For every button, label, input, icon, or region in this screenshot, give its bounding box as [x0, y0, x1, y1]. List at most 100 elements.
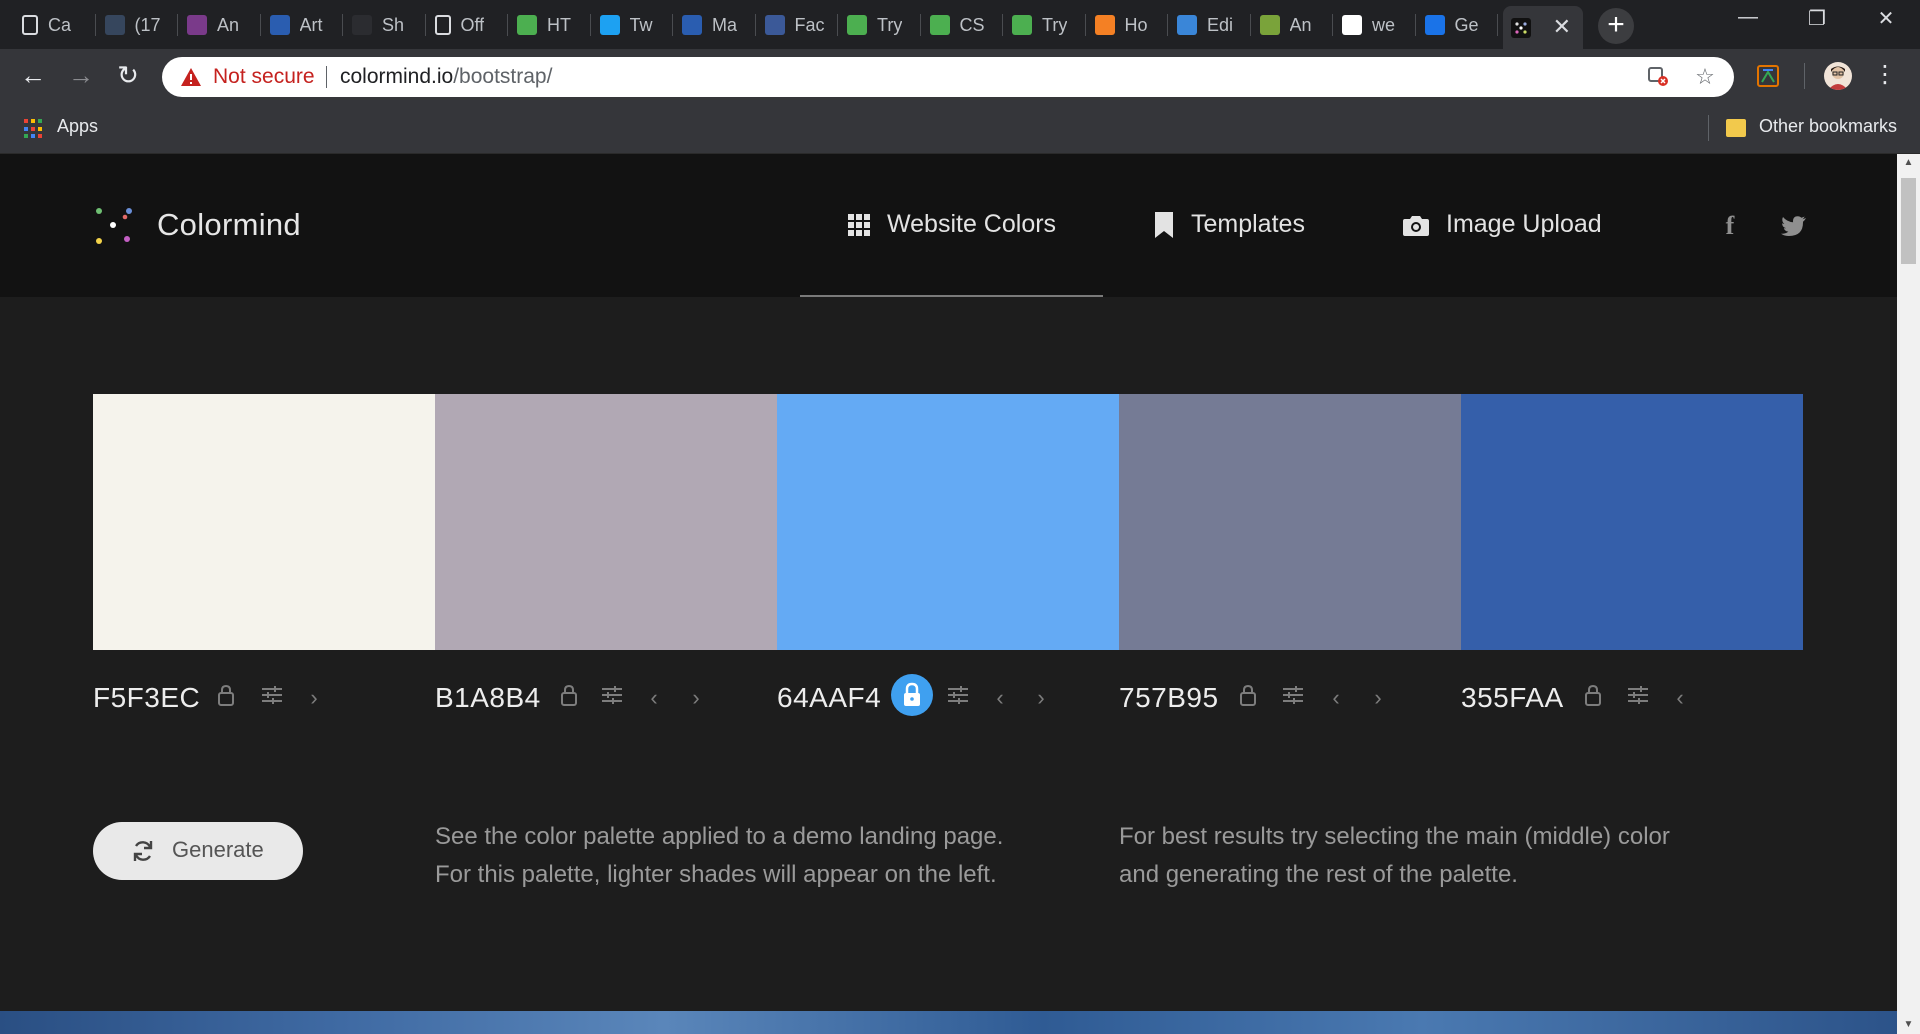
- move-right-icon[interactable]: ›: [1366, 684, 1390, 712]
- browser-tab[interactable]: Ca: [14, 8, 93, 42]
- browser-tab[interactable]: CS: [922, 8, 1001, 42]
- adjust-sliders-icon[interactable]: [260, 684, 284, 712]
- apps-bookmark[interactable]: Apps: [57, 116, 98, 137]
- swatch-hex-2[interactable]: B1A8B4: [435, 682, 541, 714]
- browser-tab[interactable]: (17: [97, 8, 176, 42]
- avatar[interactable]: [1824, 62, 1852, 90]
- tab-strip: Ca (17 An Art Sh Off HT Tw Ma Fac Try CS Try Ho Edi An w…: [0, 0, 1920, 49]
- browser-tab[interactable]: Fac: [757, 8, 836, 42]
- palette-swatch-3[interactable]: [777, 394, 1119, 650]
- tab-title: An: [217, 14, 240, 35]
- image-icon: [187, 15, 207, 35]
- google-icon: [1342, 15, 1362, 35]
- close-window-icon[interactable]: ✕: [1866, 6, 1906, 36]
- nav-templates[interactable]: Templates: [1154, 210, 1305, 239]
- tab-title: Edi: [1207, 14, 1234, 35]
- palette-swatch-5[interactable]: [1461, 394, 1803, 650]
- lock-icon[interactable]: [1236, 684, 1260, 712]
- info-line: and generating the rest of the palette.: [1119, 861, 1518, 888]
- nav-image-upload[interactable]: Image Upload: [1403, 210, 1602, 239]
- site-header: Colormind Website Colors Templates Image…: [0, 154, 1897, 297]
- not-secure-label[interactable]: Not secure: [213, 65, 315, 89]
- move-left-icon[interactable]: ‹: [1324, 684, 1348, 712]
- browser-tab[interactable]: Edi: [1169, 8, 1248, 42]
- tab-separator: [1414, 14, 1416, 36]
- tab-title: Fac: [794, 14, 825, 35]
- adjust-sliders-icon[interactable]: [1626, 684, 1650, 712]
- browser-tab[interactable]: Off: [427, 8, 506, 42]
- tab-title: Off: [460, 14, 485, 35]
- extension-icon[interactable]: [1754, 62, 1782, 90]
- tab-colormind[interactable]: ✕: [1503, 6, 1583, 49]
- menu-kebab-icon[interactable]: ⋮: [1870, 61, 1900, 91]
- lock-icon[interactable]: [1581, 684, 1605, 712]
- browser-tab[interactable]: Art: [262, 8, 341, 42]
- tab-title: Ma: [712, 14, 738, 35]
- move-right-icon[interactable]: ›: [684, 684, 708, 712]
- move-left-icon[interactable]: ‹: [642, 684, 666, 712]
- move-right-icon[interactable]: ›: [302, 684, 326, 712]
- adjust-sliders-icon[interactable]: [946, 684, 970, 712]
- swatch-hex-5[interactable]: 355FAA: [1461, 682, 1564, 714]
- twitter-icon[interactable]: [1780, 212, 1808, 240]
- browser-tab[interactable]: Try: [1004, 8, 1083, 42]
- reload-icon[interactable]: ↻: [113, 61, 143, 91]
- close-tab-icon[interactable]: ✕: [1553, 16, 1571, 38]
- adjust-sliders-icon[interactable]: [1281, 684, 1305, 712]
- scroll-down-icon[interactable]: ▼: [1897, 1016, 1920, 1034]
- tab-title: CS: [959, 14, 985, 35]
- colormind-logo-icon[interactable]: [92, 204, 136, 248]
- scroll-up-icon[interactable]: ▲: [1897, 154, 1920, 172]
- palette-swatch-2[interactable]: [435, 394, 777, 650]
- nav-website-colors[interactable]: Website Colors: [848, 210, 1056, 239]
- browser-tab[interactable]: Try: [839, 8, 918, 42]
- back-icon[interactable]: ←: [18, 61, 48, 91]
- swatch-hex-1[interactable]: F5F3EC: [93, 682, 200, 714]
- browser-tab[interactable]: An: [1252, 8, 1331, 42]
- swatch-hex-3[interactable]: 64AAF4: [777, 682, 881, 714]
- lock-icon[interactable]: [214, 684, 238, 712]
- browser-tab[interactable]: Ho: [1087, 8, 1166, 42]
- apps-grid-icon[interactable]: [24, 119, 44, 139]
- address-bar[interactable]: Not secure colormind.io/bootstrap/ ☆: [162, 57, 1734, 97]
- move-left-icon[interactable]: ‹: [1668, 684, 1692, 712]
- facebook-icon[interactable]: f: [1716, 212, 1744, 240]
- bookmark-icon: [1155, 211, 1173, 238]
- locked-icon[interactable]: [891, 674, 933, 716]
- restore-icon[interactable]: ❐: [1797, 6, 1837, 36]
- forward-icon[interactable]: →: [66, 61, 96, 91]
- move-right-icon[interactable]: ›: [1029, 684, 1053, 712]
- tab-title: Tw: [629, 14, 653, 35]
- browser-tab[interactable]: we: [1334, 8, 1413, 42]
- lock-icon[interactable]: [557, 684, 581, 712]
- adjust-sliders-icon[interactable]: [600, 684, 624, 712]
- new-tab-button[interactable]: +: [1598, 8, 1634, 44]
- browser-tab[interactable]: Ge: [1417, 8, 1496, 42]
- palette-swatch-4[interactable]: [1119, 394, 1461, 650]
- browser-tab[interactable]: Ma: [674, 8, 753, 42]
- move-left-icon[interactable]: ‹: [988, 684, 1012, 712]
- browser-tab[interactable]: Sh: [344, 8, 423, 42]
- scrollbar[interactable]: ▲ ▼: [1897, 154, 1920, 1034]
- other-bookmarks[interactable]: Other bookmarks: [1759, 116, 1897, 137]
- url-text[interactable]: colormind.io/bootstrap/: [340, 65, 552, 89]
- translate-blocked-icon[interactable]: [1646, 65, 1670, 89]
- browser-tab[interactable]: HT: [509, 8, 588, 42]
- minimize-icon[interactable]: —: [1728, 6, 1768, 36]
- active-nav-underline: [800, 295, 1103, 297]
- camera-icon: [1403, 215, 1429, 236]
- swatch-hex-4[interactable]: 757B95: [1119, 682, 1219, 714]
- browser-toolbar: ← → ↻ Not secure colormind.io/bootstrap/…: [0, 49, 1920, 103]
- scroll-thumb[interactable]: [1901, 178, 1916, 264]
- browser-tab[interactable]: An: [179, 8, 258, 42]
- brand-name[interactable]: Colormind: [157, 207, 301, 243]
- generate-button[interactable]: Generate: [93, 822, 303, 880]
- tab-title: Try: [877, 14, 903, 35]
- document-icon: [22, 15, 38, 35]
- palette-swatch-1[interactable]: [93, 394, 435, 650]
- browser-tab[interactable]: Tw: [592, 8, 671, 42]
- tumblr-icon: [104, 15, 125, 35]
- omnibox-divider: [326, 66, 327, 88]
- tab-title: Ge: [1454, 14, 1479, 35]
- star-icon[interactable]: ☆: [1693, 65, 1717, 89]
